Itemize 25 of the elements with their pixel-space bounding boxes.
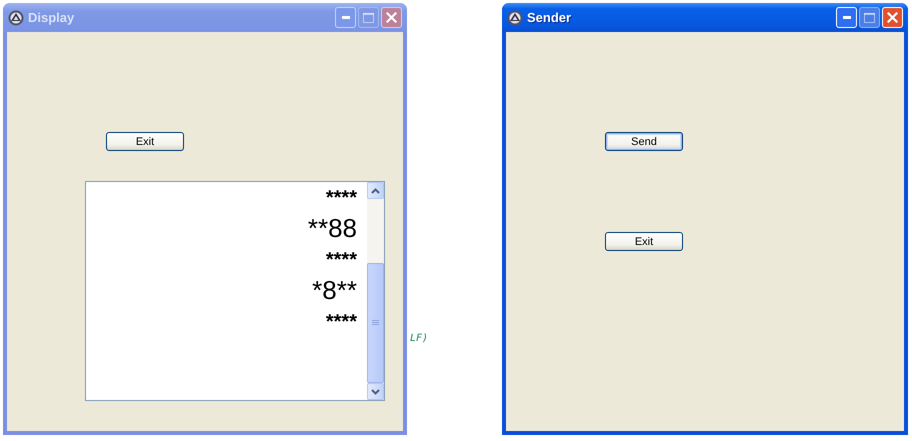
grip-icon [372,320,379,326]
scroll-up-button[interactable] [367,182,384,199]
minimize-icon [842,16,850,19]
list-item[interactable]: **** [326,184,357,211]
chevron-up-icon [371,188,380,194]
list-item[interactable]: *8** [312,273,357,308]
maximize-button[interactable] [859,7,880,28]
app-icon [507,10,523,26]
push-button[interactable]: Exit [605,232,683,251]
window-title: Sender [527,10,572,25]
scroll-thumb[interactable] [367,263,384,383]
list-item[interactable]: **** [326,246,357,273]
list-item[interactable]: **** [326,308,357,335]
app-icon [8,10,24,26]
close-icon [386,12,397,23]
close-icon [887,12,898,23]
chevron-down-icon [371,388,380,394]
list-item[interactable]: **88 [308,211,357,246]
maximize-icon [363,12,374,22]
maximize-icon [864,12,875,22]
window-title: Display [28,10,76,25]
push-button[interactable]: Send [605,132,683,151]
code-text: LF) [410,333,428,344]
minimize-icon [342,16,350,19]
scroll-down-button[interactable] [367,383,384,400]
